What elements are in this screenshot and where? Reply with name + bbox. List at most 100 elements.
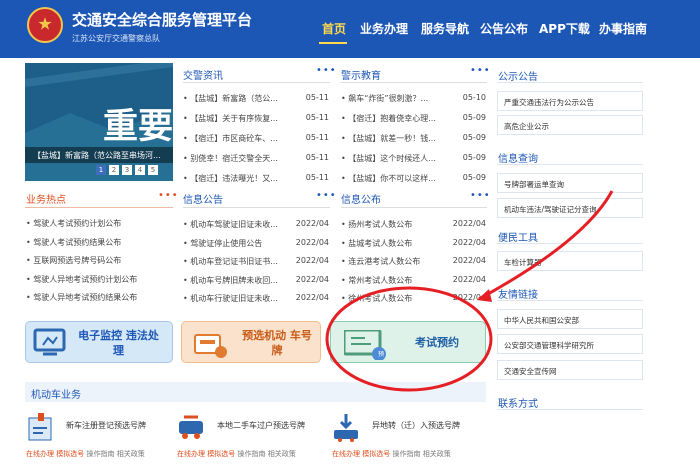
info-public-list: • 扬州考试人数公布 2022/04 • 盐城考试人数公布 2022/04 • 连云… xyxy=(341,219,486,312)
simulate-select-link[interactable]: 模拟选号 xyxy=(207,450,235,458)
list-item[interactable]: • 互联网预选号牌号码公布 xyxy=(26,256,173,275)
traffic-news-more-button[interactable]: ••• xyxy=(316,65,337,76)
list-item[interactable]: • 【宿迁】市区商砼车、... 05-11 xyxy=(183,133,329,153)
exam-badge: 预 xyxy=(378,351,385,358)
list-item[interactable]: • 扬州考试人数公布 2022/04 xyxy=(341,219,486,238)
nav-home[interactable]: 首页 xyxy=(322,20,346,37)
car-relocation-icon xyxy=(334,414,358,442)
info-public-title[interactable]: 信息公布 xyxy=(341,191,381,206)
right-tools-title[interactable]: 便民工具 xyxy=(498,229,538,244)
list-item[interactable]: • 连云港考试人数公布 2022/04 xyxy=(341,256,486,275)
nav-business[interactable]: 业务办理 xyxy=(360,20,408,37)
banner-page-3[interactable]: 3 xyxy=(122,165,132,175)
info-public-more-button[interactable]: ••• xyxy=(470,190,491,201)
simulate-select-link[interactable]: 模拟选号 xyxy=(362,450,390,458)
banner-caption[interactable]: 【盐城】新富路（范公路至串场河... xyxy=(25,147,173,163)
policy-link[interactable]: 相关政策 xyxy=(423,450,451,458)
service-relocation[interactable]: 异地转（迁）入预选号牌 在线办理 模拟选号 操作指南 相关政策 xyxy=(332,408,492,468)
info-notice-more-button[interactable]: ••• xyxy=(316,190,337,201)
preselect-plate-tile[interactable]: 预选机动 车号牌 xyxy=(181,321,321,363)
list-item[interactable]: • 驾驶人异地考试预约结果公布 xyxy=(26,293,173,312)
list-item[interactable]: • 机动车行驶证旧证未收... 2022/04 xyxy=(183,293,329,312)
list-item[interactable]: • 【宿迁】抱着侥幸心理... 05-09 xyxy=(341,113,486,133)
banner-page-2[interactable]: 2 xyxy=(109,165,119,175)
divider xyxy=(341,82,487,83)
police-emblem-icon xyxy=(27,7,63,43)
right-notice-item[interactable]: 高危企业公示 xyxy=(497,115,643,135)
info-notice-title[interactable]: 信息公告 xyxy=(183,191,223,206)
monitor-violation-label: 电子监控 违法处理 xyxy=(78,329,159,357)
list-item[interactable]: • 【盐城】这个时候还人... 05-09 xyxy=(341,153,486,173)
divider xyxy=(25,207,173,208)
news-banner[interactable]: 重要 【盐城】新富路（范公路至串场河... xyxy=(25,63,173,181)
service-links: 在线办理 模拟选号 操作指南 相关政策 xyxy=(26,449,145,459)
online-handle-link[interactable]: 在线办理 xyxy=(177,450,205,458)
exam-appointment-tile[interactable]: 预 考试预约 xyxy=(330,321,486,363)
guide-link[interactable]: 操作指南 xyxy=(392,450,420,458)
right-links-title[interactable]: 友情链接 xyxy=(498,286,538,301)
guide-link[interactable]: 操作指南 xyxy=(237,450,265,458)
policy-link[interactable]: 相关政策 xyxy=(117,450,145,458)
preselect-plate-label: 预选机动 车号牌 xyxy=(242,329,312,357)
list-item[interactable]: • 【宿迁】违法曝光！又... 05-11 xyxy=(183,173,329,193)
list-item[interactable]: • 机动车驾驶证旧证未收... 2022/04 xyxy=(183,219,329,238)
warning-edu-title[interactable]: 警示教育 xyxy=(341,67,381,82)
right-link-item[interactable]: 公安部交通管理科学研究所 xyxy=(497,334,643,354)
list-item[interactable]: • 机动车号牌旧牌未收回... 2022/04 xyxy=(183,275,329,294)
policy-link[interactable]: 相关政策 xyxy=(268,450,296,458)
banner-page-4[interactable]: 4 xyxy=(135,165,145,175)
vehicle-business-header: 机动车业务 xyxy=(25,382,486,402)
nav-announcements[interactable]: 公告公布 xyxy=(480,20,528,37)
nav-app-download[interactable]: APP下载 xyxy=(539,20,590,37)
list-item[interactable]: • 常州考试人数公布 2022/04 xyxy=(341,275,486,294)
car-transfer-icon xyxy=(179,415,203,439)
right-tools-item[interactable]: 车检计算器 xyxy=(497,251,643,271)
list-item[interactable]: • 驾驶人异地考试预约计划公布 xyxy=(26,275,173,294)
list-item[interactable]: • 【盐城】新富路（范公... 05-11 xyxy=(183,93,329,113)
warning-edu-more-button[interactable]: ••• xyxy=(470,65,491,76)
monitor-icon xyxy=(33,328,66,356)
service-new-vehicle[interactable]: 新车注册登记预选号牌 在线办理 模拟选号 操作指南 相关政策 xyxy=(26,408,186,468)
guide-link[interactable]: 操作指南 xyxy=(86,450,114,458)
list-item[interactable]: • 徐州考试人数公布 2022/04 xyxy=(341,293,486,312)
banner-page-1[interactable]: 1 xyxy=(96,165,106,175)
right-contact-title[interactable]: 联系方式 xyxy=(498,395,538,410)
list-item[interactable]: • 驾驶人考试预约计划公布 xyxy=(26,219,173,238)
list-item[interactable]: • 飙车“炸街”很刺激？... 05-10 xyxy=(341,93,486,113)
monitor-violation-tile[interactable]: 电子监控 违法处理 xyxy=(25,321,173,363)
hot-business-more-button[interactable]: ••• xyxy=(158,190,179,201)
service-title: 新车注册登记预选号牌 xyxy=(66,421,146,430)
list-item[interactable]: • 驾驶人考试预约结果公布 xyxy=(26,238,173,257)
site-header: 交通安全综合服务管理平台 江苏公安厅交通警察总队 首页 业务办理 服务导航 公告… xyxy=(0,0,700,58)
list-item[interactable]: • 别侥幸！宿迁交警全天... 05-11 xyxy=(183,153,329,173)
divider xyxy=(183,82,330,83)
list-item[interactable]: • 驾驶证停止使用公告 2022/04 xyxy=(183,238,329,257)
right-query-item[interactable]: 机动车违法/驾驶证记分查询 xyxy=(497,198,643,218)
banner-page-5[interactable]: 5 xyxy=(148,165,158,175)
traffic-news-title[interactable]: 交警资讯 xyxy=(183,67,223,82)
list-item[interactable]: • 机动车登记证书旧证书... 2022/04 xyxy=(183,256,329,275)
right-query-item[interactable]: 号牌部署运单查询 xyxy=(497,173,643,193)
list-item[interactable]: • 盐城考试人数公布 2022/04 xyxy=(341,238,486,257)
banner-heading: 重要 xyxy=(103,107,173,147)
nav-service-guide[interactable]: 服务导航 xyxy=(421,20,469,37)
hot-business-list: • 驾驶人考试预约计划公布 • 驾驶人考试预约结果公布 • 互联网预选号牌号码公… xyxy=(26,219,173,312)
page-root: { "header":{"title":"交通安全综合服务管理平台","subt… xyxy=(0,0,700,470)
list-item[interactable]: • 【盐城】就差一秒！钱... 05-09 xyxy=(341,133,486,153)
site-subtitle: 江苏公安厅交通警察总队 xyxy=(72,34,160,43)
list-item[interactable]: • 【盐城】关于有序恢复... 05-11 xyxy=(183,113,329,133)
right-link-item[interactable]: 交通安全宣传网 xyxy=(497,360,643,380)
list-item[interactable]: • 【盐城】你不可以这样... 05-09 xyxy=(341,173,486,193)
right-query-title[interactable]: 信息查询 xyxy=(498,150,538,165)
right-notice-item[interactable]: 严重交通违法行为公示公告 xyxy=(497,91,643,111)
hot-business-title[interactable]: 业务热点 xyxy=(26,191,66,206)
online-handle-link[interactable]: 在线办理 xyxy=(26,450,54,458)
simulate-select-link[interactable]: 模拟选号 xyxy=(56,450,84,458)
online-handle-link[interactable]: 在线办理 xyxy=(332,450,360,458)
service-local-transfer[interactable]: 本地二手车过户预选号牌 在线办理 模拟选号 操作指南 相关政策 xyxy=(177,408,337,468)
car-register-icon xyxy=(28,413,52,441)
right-notice-title[interactable]: 公示公告 xyxy=(498,68,538,83)
right-link-item[interactable]: 中华人民共和国公安部 xyxy=(497,309,643,329)
divider xyxy=(183,207,330,208)
nav-guide[interactable]: 办事指南 xyxy=(599,20,647,37)
